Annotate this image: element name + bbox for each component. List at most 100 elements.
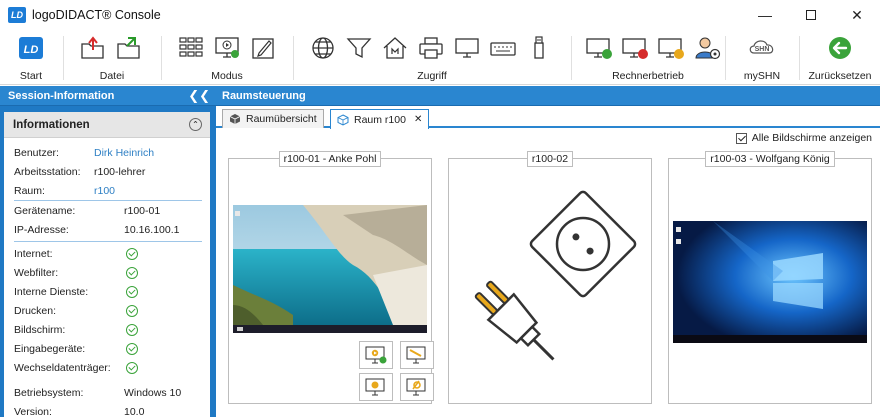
room-layout-icon[interactable] [176, 34, 206, 62]
presentation-icon[interactable] [212, 34, 242, 62]
computer-card-title: r100-01 - Anke Pohl [229, 151, 431, 167]
edit-icon[interactable] [248, 34, 278, 62]
power-plug-icon [474, 190, 637, 361]
room-value[interactable]: r100 [94, 185, 115, 197]
workstation-value: r100-lehrer [94, 166, 146, 178]
tab-label: Raum r100 [354, 113, 406, 126]
check-icon [126, 267, 138, 279]
check-icon [126, 343, 138, 355]
workstation-row: Arbeitsstation: r100-lehrer [14, 164, 145, 180]
powered-off-indicator[interactable] [453, 189, 647, 371]
home-network-icon[interactable] [380, 34, 410, 62]
collapse-section-icon[interactable]: ⌃ [189, 118, 202, 131]
status-label: Interne Dienste: [14, 286, 89, 298]
group-label-rechnerbetrieb: Rechnerbetrieb [612, 70, 684, 82]
status-label: Eingabegeräte: [14, 343, 86, 355]
room-row: Raum: r100 [14, 183, 115, 199]
collapse-panel-icon[interactable]: ❮❮ [188, 88, 210, 104]
tab-room-overview[interactable]: Raumübersicht [222, 109, 324, 128]
screen-thumbnail[interactable] [673, 221, 867, 343]
device-label: Gerätename: [14, 205, 76, 217]
workstation-label: Arbeitsstation: [14, 166, 81, 178]
mini-view-screen-icon [406, 378, 426, 396]
info-section-title: Informationen [13, 118, 90, 131]
printer-icon[interactable] [416, 34, 446, 62]
session-info-header: Session-Information ❮❮ [0, 86, 216, 106]
computer-card-r100-03[interactable]: r100-03 - Wolfgang König [668, 151, 872, 404]
user-row: Benutzer: Dirk Heinrich [14, 145, 154, 161]
reset-icon[interactable] [825, 34, 855, 62]
status-row-webfilter: Webfilter: [14, 265, 138, 281]
close-tab-icon[interactable]: ✕ [414, 114, 422, 125]
checkbox-checked-icon[interactable] [735, 132, 747, 144]
device-value: r100-01 [124, 205, 161, 217]
mini-remote-control-button[interactable] [400, 341, 434, 369]
computer-card-r100-01[interactable]: r100-01 - Anke Pohl [228, 151, 434, 404]
globe-icon[interactable] [308, 34, 338, 62]
myshn-icon[interactable]: SHN [747, 34, 777, 62]
mini-view-screen-button[interactable] [400, 373, 434, 401]
mini-presentation-icon [365, 346, 387, 364]
group-zuruecksetzen[interactable]: Zurücksetzen [800, 30, 880, 85]
screen-thumbnail[interactable] [233, 205, 427, 333]
status-label: Bildschirm: [14, 324, 66, 336]
info-card: Informationen ⌃ Benutzer: Dirk Heinrich … [4, 112, 210, 417]
room-control-area: Raumsteuerung Raumübersicht Raum r100 ✕ … [216, 86, 880, 417]
check-icon [126, 248, 138, 260]
info-section-header[interactable]: Informationen ⌃ [4, 112, 210, 138]
group-modus: Modus [162, 30, 292, 85]
check-icon [126, 305, 138, 317]
ip-value: 10.16.100.1 [124, 224, 180, 236]
status-row-input-devices: Eingabegeräte: [14, 341, 138, 357]
close-window-button[interactable]: ✕ [834, 0, 880, 30]
save-folder-icon[interactable] [114, 34, 144, 62]
computer-on-icon[interactable] [584, 34, 614, 62]
status-row-printing: Drucken: [14, 303, 138, 319]
status-row-internal-services: Interne Dienste: [14, 284, 138, 300]
status-row-removable-media: Wechseldatenträger: [14, 360, 138, 376]
group-label-zugriff: Zugriff [417, 70, 447, 82]
mini-presentation-button[interactable] [359, 341, 393, 369]
status-label: Drucken: [14, 305, 57, 317]
mini-lock-screen-icon [365, 378, 385, 396]
status-label: Internet: [14, 248, 53, 260]
computer-restart-icon[interactable] [656, 34, 686, 62]
group-start[interactable]: LD Start [0, 30, 62, 85]
open-folder-icon[interactable] [78, 34, 108, 62]
os-value: Windows 10 [124, 387, 182, 399]
tab-room-r100[interactable]: Raum r100 ✕ [330, 109, 430, 129]
version-value: 10.0 [124, 406, 145, 417]
computer-off-icon[interactable] [620, 34, 650, 62]
room-label: Raum: [14, 185, 45, 197]
group-myshn[interactable]: SHN mySHN [726, 30, 798, 85]
computer-card-title: r100-02 [449, 151, 651, 167]
window-title: logoDIDACT® Console [32, 8, 161, 22]
ip-label: IP-Adresse: [14, 224, 69, 236]
filter-icon[interactable] [344, 34, 374, 62]
computer-card-title: r100-03 - Wolfgang König [669, 151, 871, 167]
title-bar: LD logoDIDACT® Console — ✕ [0, 0, 880, 30]
group-label-start: Start [19, 70, 43, 82]
ribbon-toolbar: LD Start Datei Modus Zugriff Rechnerbetr… [0, 30, 880, 85]
start-logo-icon[interactable]: LD [16, 34, 46, 62]
user-settings-icon[interactable] [692, 34, 722, 62]
show-all-screens-checkbox[interactable]: Alle Bildschirme anzeigen [735, 130, 872, 146]
monitor-icon[interactable] [452, 34, 482, 62]
status-label: Webfilter: [14, 267, 59, 279]
status-row-screen: Bildschirm: [14, 322, 138, 338]
usb-icon[interactable] [524, 34, 554, 62]
user-value[interactable]: Dirk Heinrich [94, 147, 154, 159]
keyboard-icon[interactable] [488, 34, 518, 62]
tab-bar: Raumübersicht Raum r100 ✕ [216, 106, 880, 129]
group-label-myshn: mySHN [743, 70, 781, 82]
status-row-internet: Internet: [14, 246, 138, 262]
computer-card-r100-02[interactable]: r100-02 [448, 151, 652, 404]
svg-text:SHN: SHN [755, 46, 770, 53]
os-label: Betriebsystem: [14, 387, 84, 399]
minimize-button[interactable]: — [742, 0, 788, 30]
svg-text:LD: LD [24, 44, 39, 56]
group-rechnerbetrieb: Rechnerbetrieb [572, 30, 724, 85]
maximize-button[interactable] [788, 0, 834, 30]
beach-desktop-image [233, 205, 427, 333]
mini-lock-screen-button[interactable] [359, 373, 393, 401]
